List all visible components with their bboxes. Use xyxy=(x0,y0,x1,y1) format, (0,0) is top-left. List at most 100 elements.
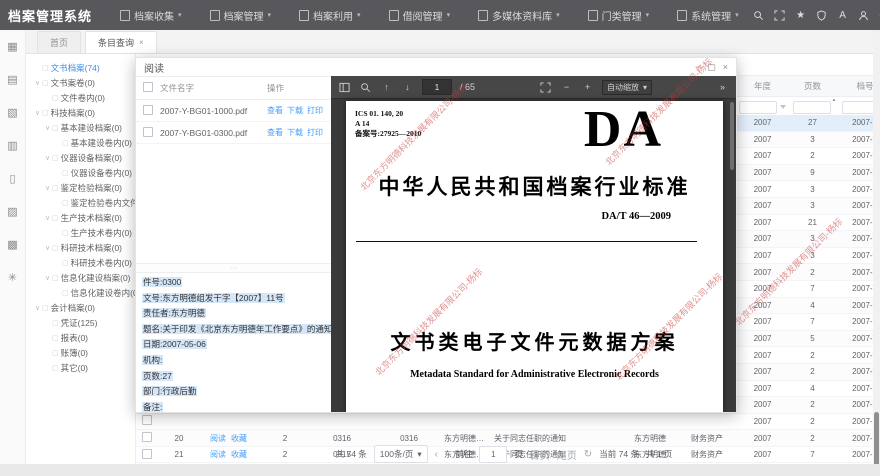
read-link[interactable]: 阅读 xyxy=(210,434,226,443)
page-down-icon[interactable]: ↓ xyxy=(401,81,414,94)
print-link[interactable]: 打印 xyxy=(307,128,323,137)
modal-header[interactable]: 阅读 − ▢ × xyxy=(136,58,736,76)
pdf-scrollbar[interactable] xyxy=(730,102,734,170)
rail-borrow-icon[interactable]: ▯ xyxy=(0,162,25,195)
tab-1[interactable]: 条目查询× xyxy=(85,31,157,53)
minimize-icon[interactable]: − xyxy=(695,62,700,73)
file-row[interactable]: 2007-Y-BG01-0300.pdf查看下载打印 xyxy=(136,122,331,144)
page-number-input[interactable] xyxy=(422,79,452,95)
nav-menu-2[interactable]: 档案利用▾ xyxy=(285,0,375,30)
rail-use-icon[interactable]: ▥ xyxy=(0,129,25,162)
tree-item[interactable]: ∨▢鉴定检验档案(0) xyxy=(25,180,135,195)
table-cell: 2007 xyxy=(735,234,790,243)
first-page-button[interactable]: 首页 xyxy=(530,447,550,462)
tree-item[interactable]: ∨▢信息化建设档案(0) xyxy=(25,270,135,285)
view-link[interactable]: 查看 xyxy=(267,106,283,115)
nav-menu-4[interactable]: 多媒体资料库▾ xyxy=(464,0,574,30)
favorite-link[interactable]: 收藏 xyxy=(231,434,247,443)
find-icon[interactable] xyxy=(359,81,372,94)
file-row[interactable]: 2007-Y-BG01-1000.pdf查看下载打印 xyxy=(136,100,331,122)
page-scrollbar[interactable] xyxy=(873,30,880,476)
toolbar-more-icon[interactable]: » xyxy=(716,81,729,94)
tree-item[interactable]: ▢报表(0) xyxy=(25,330,135,345)
nav-menu-5[interactable]: 门类管理▾ xyxy=(574,0,664,30)
next-page-button[interactable]: › xyxy=(445,449,448,460)
tree-item[interactable]: ▢文件卷内(0) xyxy=(25,90,135,105)
download-link[interactable]: 下载 xyxy=(287,106,303,115)
prev-page-button[interactable]: ‹ xyxy=(435,449,438,460)
search-icon[interactable] xyxy=(753,9,765,21)
table-cell: 3 xyxy=(790,201,835,210)
filter-input[interactable] xyxy=(793,101,831,114)
shield-icon[interactable] xyxy=(816,9,828,21)
tab-0[interactable]: 首页 xyxy=(37,31,81,53)
close-icon[interactable]: × xyxy=(723,62,728,73)
row-checkbox[interactable] xyxy=(142,415,152,425)
presentation-mode-icon[interactable] xyxy=(539,81,552,94)
rail-collect-icon[interactable]: ▤ xyxy=(0,63,25,96)
file-checkbox[interactable] xyxy=(143,127,153,137)
sidebar-toggle-icon[interactable] xyxy=(338,81,351,94)
filter-input[interactable] xyxy=(842,101,874,114)
print-link[interactable]: 打印 xyxy=(307,106,323,115)
archive-tree: ▢文书档案(74)∨▢文书案卷(0)▢文件卷内(0)∨▢科技档案(0)∨▢基本建… xyxy=(25,54,136,464)
metadata-text: 部门:行政后勤 xyxy=(142,386,197,396)
rail-system-icon[interactable]: ✳ xyxy=(0,261,25,294)
table-cell: 2007 xyxy=(735,417,790,426)
tree-item[interactable]: ▢凭证(125) xyxy=(25,315,135,330)
zoom-in-icon[interactable]: + xyxy=(581,81,594,94)
tree-item-label: 文书档案(74) xyxy=(51,62,100,74)
tree-item-label: 科技档案(0) xyxy=(51,107,95,119)
refresh-icon[interactable]: ↻ xyxy=(584,449,592,460)
fullscreen-icon[interactable] xyxy=(774,9,786,21)
page-up-icon[interactable]: ↑ xyxy=(380,81,393,94)
tree-item[interactable]: ▢科研技术卷内(0) xyxy=(25,255,135,270)
tree-item[interactable]: ∨▢会计档案(0) xyxy=(25,300,135,315)
file-checkbox[interactable] xyxy=(143,105,153,115)
goto-page-input[interactable] xyxy=(479,446,507,463)
tab-close-icon[interactable]: × xyxy=(139,38,144,47)
filter-input[interactable] xyxy=(739,101,777,114)
tree-item[interactable]: ▢文书档案(74) xyxy=(25,60,135,75)
nav-menu-1[interactable]: 档案管理▾ xyxy=(196,0,286,30)
download-link[interactable]: 下载 xyxy=(287,128,303,137)
zoom-out-icon[interactable]: − xyxy=(560,81,573,94)
filter-icon[interactable] xyxy=(780,105,786,109)
tree-item[interactable]: ∨▢文书案卷(0) xyxy=(25,75,135,90)
star-icon[interactable]: ★ xyxy=(795,9,807,21)
rail-manage-icon[interactable]: ▧ xyxy=(0,96,25,129)
table-row[interactable]: 200722007-Y xyxy=(135,414,873,431)
table-cell: 3 xyxy=(790,185,835,194)
scrollbar-thumb[interactable] xyxy=(874,412,879,468)
tree-item[interactable]: ▢账簿(0) xyxy=(25,345,135,360)
view-link[interactable]: 查看 xyxy=(267,128,283,137)
tree-item[interactable]: ∨▢科研技术档案(0) xyxy=(25,240,135,255)
tree-item[interactable]: ▢仪器设备卷内(0) xyxy=(25,165,135,180)
zoom-select[interactable]: 自动缩放 ▾ xyxy=(602,80,652,95)
font-size-icon[interactable]: A xyxy=(837,9,849,21)
tree-item[interactable]: ∨▢生产技术档案(0) xyxy=(25,210,135,225)
tree-item[interactable]: ∨▢科技档案(0) xyxy=(25,105,135,120)
tree-item[interactable]: ▢基本建设卷内(0) xyxy=(25,135,135,150)
file-name: 2007-Y-BG01-0300.pdf xyxy=(160,128,267,138)
user-icon[interactable] xyxy=(858,9,870,21)
rail-apps-icon[interactable]: ▦ xyxy=(0,30,25,63)
row-checkbox[interactable] xyxy=(142,432,152,442)
nav-menu-6[interactable]: 系统管理▾ xyxy=(663,0,753,30)
nav-menu-0[interactable]: 档案收集▾ xyxy=(106,0,196,30)
tree-item[interactable]: ∨▢基本建设档案(0) xyxy=(25,120,135,135)
tree-item[interactable]: ▢鉴定检验卷内文件(0) xyxy=(25,195,135,210)
select-all-checkbox[interactable] xyxy=(143,82,153,92)
app-window: 档案管理系统 档案收集▾档案管理▾档案利用▾借阅管理▾多媒体资料库▾门类管理▾系… xyxy=(0,0,880,476)
maximize-icon[interactable]: ▢ xyxy=(707,62,716,73)
table-cell: 2007 xyxy=(735,317,790,326)
tree-item[interactable]: ▢其它(0) xyxy=(25,360,135,375)
tree-item[interactable]: ∨▢仪器设备档案(0) xyxy=(25,150,135,165)
rail-category-icon[interactable]: ▩ xyxy=(0,228,25,261)
tree-item[interactable]: ▢生产技术卷内(0) xyxy=(25,225,135,240)
nav-menu-3[interactable]: 借阅管理▾ xyxy=(375,0,465,30)
page-size-select[interactable]: 100条/页▾ xyxy=(374,445,428,463)
tree-item[interactable]: ▢信息化建设卷内(0) xyxy=(25,285,135,300)
rail-media-icon[interactable]: ▨ xyxy=(0,195,25,228)
last-page-button[interactable]: 尾页 xyxy=(557,447,577,462)
